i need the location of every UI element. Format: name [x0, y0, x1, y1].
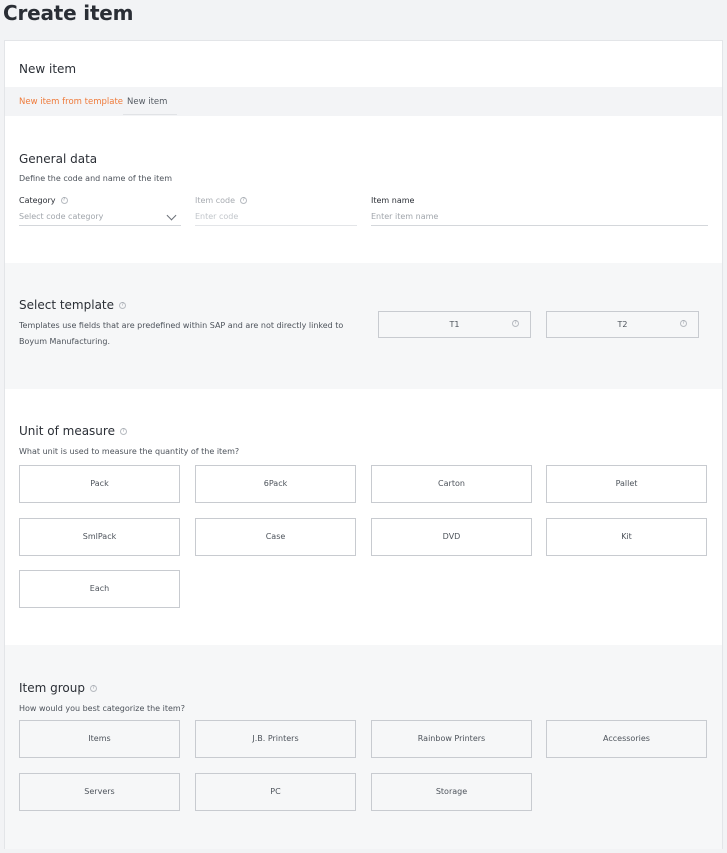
card-title: New item [19, 62, 77, 76]
help-circle-icon: ? [89, 685, 97, 692]
unit-of-measure-title-text: Unit of measure [19, 424, 115, 438]
item-code-label-text: Item code [195, 196, 236, 205]
template-option-label: T2 [617, 320, 628, 329]
chevron-down-icon [166, 210, 177, 221]
uom-option-kit[interactable]: Kit [546, 518, 707, 556]
general-data-section: General data Define the code and name of… [5, 116, 722, 263]
item-group-description: How would you best categorize the item? [19, 704, 185, 713]
uom-option-pack[interactable]: Pack [19, 465, 180, 503]
uom-option-6pack[interactable]: 6Pack [195, 465, 356, 503]
uom-option-pallet[interactable]: Pallet [546, 465, 707, 503]
template-option-label: T1 [449, 320, 460, 329]
item-name-input[interactable]: Enter item name [371, 210, 708, 226]
item-name-label: Item name [371, 196, 415, 205]
uom-option-smlpack[interactable]: SmlPack [19, 518, 180, 556]
item-group-option-storage[interactable]: Storage [371, 773, 532, 811]
category-select[interactable]: Select code category [19, 210, 181, 226]
category-label: Category? [19, 196, 68, 205]
template-option-t1[interactable]: T1 ? [378, 311, 531, 338]
item-group-option-accessories[interactable]: Accessories [546, 720, 707, 758]
help-circle-icon: ? [512, 320, 519, 327]
template-option-t2[interactable]: T2 ? [546, 311, 699, 338]
item-name-placeholder: Enter item name [371, 212, 439, 221]
uom-option-each[interactable]: Each [19, 570, 180, 608]
create-item-card: New item New item from template New item… [4, 40, 723, 849]
select-template-description-line2: Boyum Manufacturing. [19, 337, 110, 346]
item-group-section: Item group? How would you best categoriz… [5, 645, 722, 849]
unit-of-measure-title: Unit of measure? [19, 424, 127, 438]
help-circle-icon: ? [119, 302, 127, 309]
item-group-option-pc[interactable]: PC [195, 773, 356, 811]
select-template-section: Select template? Templates use fields th… [5, 263, 722, 389]
item-code-label: Item code? [195, 196, 248, 205]
item-group-option-servers[interactable]: Servers [19, 773, 180, 811]
help-circle-icon: ? [240, 197, 248, 204]
tab-bar: New item from template New item [5, 87, 722, 116]
general-data-description: Define the code and name of the item [19, 174, 172, 183]
select-template-description-line1: Templates use fields that are predefined… [19, 321, 344, 330]
category-placeholder: Select code category [19, 212, 104, 221]
uom-option-carton[interactable]: Carton [371, 465, 532, 503]
help-circle-icon: ? [119, 428, 127, 435]
help-circle-icon: ? [60, 197, 68, 204]
uom-option-dvd[interactable]: DVD [371, 518, 532, 556]
item-group-option-rainbow-printers[interactable]: Rainbow Printers [371, 720, 532, 758]
item-group-option-jb-printers[interactable]: J.B. Printers [195, 720, 356, 758]
card-header: New item [5, 41, 722, 87]
item-code-input[interactable]: Enter code [195, 210, 357, 226]
general-data-title: General data [19, 152, 98, 166]
item-code-placeholder: Enter code [195, 212, 239, 221]
tab-new-item-from-template[interactable]: New item from template [19, 97, 123, 107]
unit-of-measure-section: Unit of measure? What unit is used to me… [5, 389, 722, 645]
unit-of-measure-description: What unit is used to measure the quantit… [19, 447, 240, 456]
item-group-title: Item group? [19, 681, 97, 695]
tab-divider [123, 114, 177, 115]
item-group-option-items[interactable]: Items [19, 720, 180, 758]
uom-option-case[interactable]: Case [195, 518, 356, 556]
select-template-title: Select template? [19, 298, 127, 312]
tab-new-item[interactable]: New item [127, 97, 167, 107]
page-title: Create item [3, 1, 134, 25]
item-group-title-text: Item group [19, 681, 85, 695]
category-label-text: Category [19, 196, 56, 205]
select-template-title-text: Select template [19, 298, 115, 312]
help-circle-icon: ? [680, 320, 687, 327]
